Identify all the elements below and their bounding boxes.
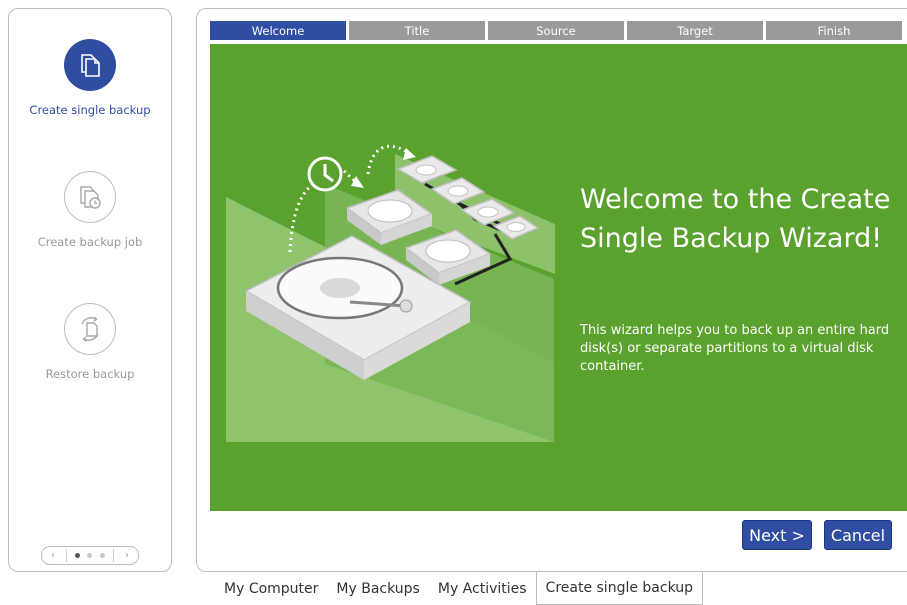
cancel-button-label: Cancel xyxy=(830,525,886,545)
wizard-description: This wizard helps you to back up an enti… xyxy=(580,323,890,374)
step-title: Title xyxy=(349,21,485,40)
tab-my-activities[interactable]: My Activities xyxy=(429,572,536,605)
sidebar: Create single backup Create backup job R… xyxy=(8,8,172,572)
next-button[interactable]: Next > xyxy=(742,520,812,550)
pager-dot[interactable] xyxy=(74,553,80,558)
sidebar-item-label: Restore backup xyxy=(45,367,135,381)
hard-disk-illustration xyxy=(226,144,555,442)
cancel-button[interactable]: Cancel xyxy=(824,520,892,550)
wizard-welcome-page: Welcome to the Create Single Backup Wiza… xyxy=(210,44,907,511)
tab-my-computer[interactable]: My Computer xyxy=(215,572,327,605)
pager-next-button[interactable]: › xyxy=(122,550,132,561)
copy-documents-icon xyxy=(64,39,116,91)
sidebar-item-create-backup-job[interactable]: Create backup job xyxy=(9,171,171,249)
next-button-label: Next > xyxy=(749,525,805,545)
step-welcome: Welcome xyxy=(210,21,346,40)
sidebar-item-label: Create backup job xyxy=(37,235,143,249)
pager-dot[interactable] xyxy=(87,553,93,558)
sidebar-item-create-single-backup[interactable]: Create single backup xyxy=(9,39,171,117)
sidebar-item-restore-backup[interactable]: Restore backup xyxy=(9,303,171,381)
tab-my-backups[interactable]: My Backups xyxy=(327,572,428,605)
sidebar-item-label: Create single backup xyxy=(29,103,151,117)
scheduled-documents-icon xyxy=(64,171,116,223)
sidebar-pager: ‹ › xyxy=(41,546,139,565)
restore-document-icon xyxy=(64,303,116,355)
tab-create-single-backup[interactable]: Create single backup xyxy=(535,572,704,605)
pager-dot[interactable] xyxy=(100,553,106,558)
pager-prev-button[interactable]: ‹ xyxy=(48,550,58,561)
pager-divider xyxy=(113,549,115,562)
step-source: Source xyxy=(488,21,624,40)
wizard-steps: Welcome Title Source Target Finish xyxy=(210,21,902,40)
bottom-tabs: My Computer My Backups My Activities Cre… xyxy=(215,572,704,605)
step-finish: Finish xyxy=(766,21,902,40)
step-target: Target xyxy=(627,21,763,40)
wizard-title: Welcome to the Create Single Backup Wiza… xyxy=(580,184,891,254)
pager-divider xyxy=(65,549,67,562)
